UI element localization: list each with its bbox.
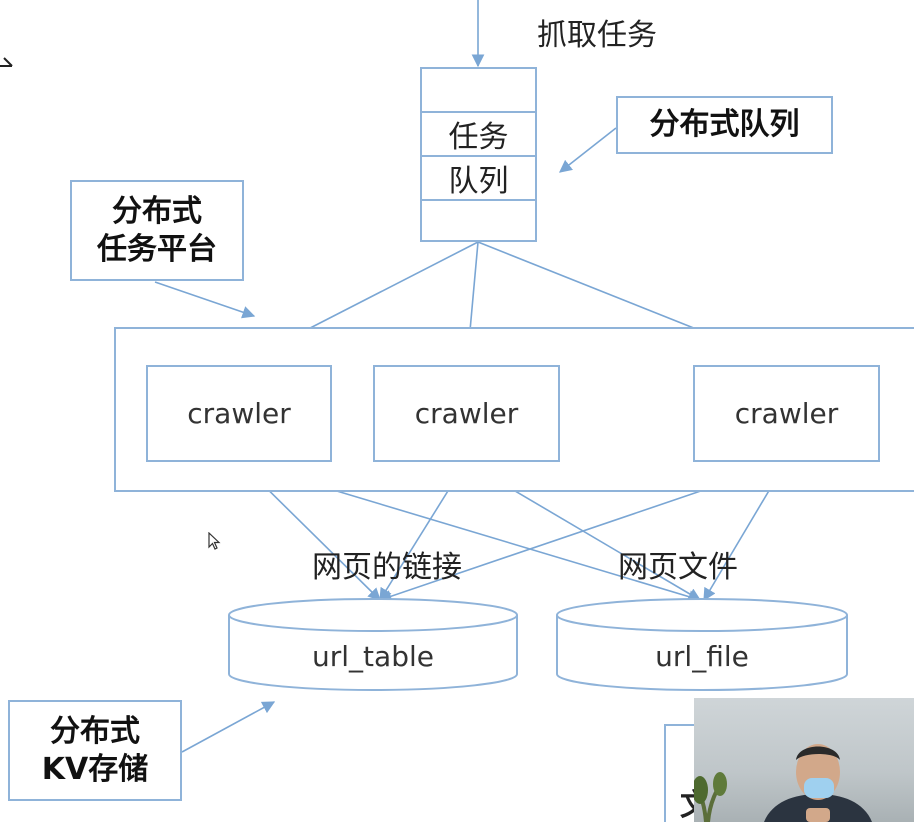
left-edge-fragment — [0, 57, 13, 67]
webcam-overlay — [694, 698, 914, 822]
url-table-label: url_table — [312, 640, 434, 673]
crawler-1-label: crawler — [187, 397, 291, 430]
kv-line2: KV存储 — [41, 751, 149, 787]
url-table-db: url_table — [228, 598, 518, 691]
mouse-pointer-icon — [208, 532, 221, 550]
task-platform-line2: 任务平台 — [97, 231, 217, 267]
crawler-node-3: crawler — [693, 365, 880, 462]
crawler-3-label: crawler — [734, 397, 839, 430]
kv-line1: 分布式 — [50, 713, 140, 749]
crawler-node-2: crawler — [373, 365, 560, 462]
task-platform-callout: 分布式 任务平台 — [70, 180, 244, 281]
kv-callout-arrow — [181, 701, 276, 753]
queue-callout-arrow — [558, 127, 617, 173]
presenter-video — [694, 744, 872, 822]
plant-icon — [694, 772, 727, 822]
queue-row-task: 任务 — [422, 113, 535, 157]
queue-slot-empty-bottom — [422, 201, 535, 242]
crawler-2-label: crawler — [414, 397, 519, 430]
distributed-queue-text: 分布式队列 — [649, 107, 800, 142]
presenter-figure — [764, 744, 872, 822]
queue-row-queue: 队列 — [422, 157, 535, 201]
platform-callout-arrow — [154, 281, 256, 319]
kv-storage-callout: 分布式 KV存储 — [8, 700, 182, 801]
url-file-db: url_file — [556, 598, 848, 691]
queue-slot-empty-top — [422, 69, 535, 113]
url-file-label: url_file — [655, 640, 749, 673]
distributed-queue-callout: 分布式队列 — [616, 96, 833, 154]
fetch-task-label: 抓取任务 — [537, 18, 657, 53]
crawler-node-1: crawler — [146, 365, 332, 462]
task-platform-line1: 分布式 — [112, 193, 202, 229]
page-links-label: 网页的链接 — [312, 550, 462, 585]
page-files-label: 网页文件 — [618, 550, 738, 585]
task-queue: 任务 队列 — [420, 67, 537, 242]
